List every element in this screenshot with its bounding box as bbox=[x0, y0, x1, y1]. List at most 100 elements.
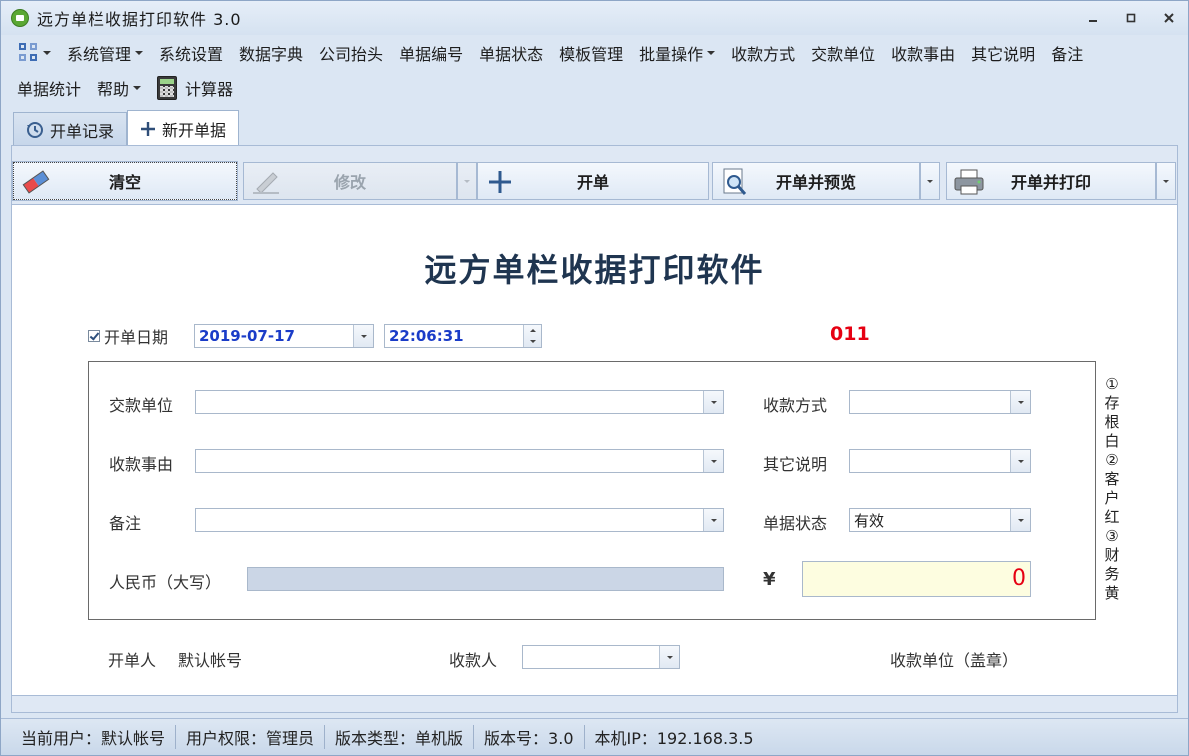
status-local-ip: 本机IP：192.168.3.5 bbox=[594, 729, 754, 748]
clear-button[interactable]: 清空 bbox=[12, 161, 238, 201]
remark-dropdown-button[interactable] bbox=[703, 509, 723, 531]
time-value: 22:06:31 bbox=[389, 327, 464, 345]
spin-up-button[interactable] bbox=[524, 325, 541, 336]
issuer-value: 默认帐号 bbox=[178, 651, 243, 670]
menu-remarks[interactable]: 备注 bbox=[1043, 38, 1091, 68]
issue-preview-dropdown-button[interactable] bbox=[920, 162, 940, 200]
menu-doc-status[interactable]: 单据状态 bbox=[471, 38, 551, 68]
window-title: 远方单栏收据打印软件 3.0 bbox=[37, 10, 242, 29]
date-checkbox[interactable] bbox=[88, 330, 100, 342]
time-spinner[interactable] bbox=[523, 325, 541, 347]
other-label: 其它说明 bbox=[763, 455, 828, 474]
chevron-down-icon bbox=[927, 179, 933, 183]
status-version-number: 版本号：3.0 bbox=[474, 725, 585, 749]
amount-cn-field bbox=[247, 567, 724, 591]
chevron-down-icon bbox=[710, 400, 717, 404]
currency-symbol: ¥ bbox=[763, 569, 776, 590]
method-combo[interactable] bbox=[849, 390, 1031, 414]
menu-help[interactable]: 帮助 bbox=[89, 73, 149, 103]
tab-issue-records[interactable]: 开单记录 bbox=[13, 112, 128, 146]
chevron-down-icon bbox=[529, 340, 536, 343]
chevron-down-icon bbox=[666, 655, 673, 659]
reason-combo[interactable] bbox=[195, 449, 724, 473]
printer-icon bbox=[953, 167, 985, 197]
status-bar: 当前用户：默认帐号 用户权限：管理员 版本类型：单机版 版本号：3.0 本机IP… bbox=[1, 718, 1188, 755]
close-button[interactable] bbox=[1158, 9, 1180, 27]
other-dropdown-button[interactable] bbox=[1010, 450, 1030, 472]
chevron-down-icon bbox=[360, 334, 367, 338]
spin-down-button[interactable] bbox=[524, 336, 541, 347]
menu-system-management[interactable]: 系统管理 bbox=[59, 38, 151, 68]
content-frame: 清空 修改 开单 开单并预览 开单并打印 远方单栏收据打印软件 开单日期 201… bbox=[11, 145, 1178, 713]
menu-system-settings[interactable]: 系统设置 bbox=[151, 38, 231, 68]
payee-combo[interactable] bbox=[522, 645, 680, 669]
menu-calculator[interactable]: 计算器 bbox=[149, 73, 241, 103]
modify-dropdown-button[interactable] bbox=[457, 162, 477, 200]
issue-preview-button[interactable]: 开单并预览 bbox=[712, 162, 920, 200]
toolbar: 清空 修改 开单 开单并预览 开单并打印 bbox=[12, 161, 1177, 202]
date-picker[interactable]: 2019-07-17 bbox=[194, 324, 374, 348]
chevron-down-icon bbox=[1017, 518, 1024, 522]
menu-batch-operations[interactable]: 批量操作 bbox=[631, 38, 723, 68]
menu-template-management[interactable]: 模板管理 bbox=[551, 38, 631, 68]
chevron-down-icon bbox=[710, 518, 717, 522]
menu-payment-reason[interactable]: 收款事由 bbox=[883, 38, 963, 68]
history-icon bbox=[26, 121, 44, 139]
menu-company-header[interactable]: 公司抬头 bbox=[311, 38, 391, 68]
chevron-down-icon bbox=[1017, 459, 1024, 463]
menu-payment-method[interactable]: 收款方式 bbox=[723, 38, 803, 68]
plus-icon bbox=[484, 167, 516, 197]
payee-label: 收款人 bbox=[449, 651, 498, 670]
minimize-button[interactable] bbox=[1082, 9, 1104, 27]
status-combo[interactable]: 有效 bbox=[849, 508, 1031, 532]
reason-dropdown-button[interactable] bbox=[703, 450, 723, 472]
menu-bar: 系统管理 系统设置 数据字典 公司抬头 单据编号 单据状态 模板管理 批量操作 … bbox=[1, 35, 1188, 107]
issue-button[interactable]: 开单 bbox=[477, 162, 709, 200]
menu-other-notes[interactable]: 其它说明 bbox=[963, 38, 1043, 68]
issuer-label: 开单人 bbox=[108, 651, 157, 670]
app-window: 远方单栏收据打印软件 3.0 系统管理 系统设置 数据字典 公司抬头 单据编号 … bbox=[0, 0, 1189, 756]
receipt-fields-group: 交款单位 收款事由 备注 人民币（大写） 收款方式 其它说明 单据状态 有效 ¥… bbox=[88, 361, 1096, 620]
amount-input[interactable]: 0 bbox=[802, 561, 1031, 597]
date-dropdown-button[interactable] bbox=[353, 325, 373, 347]
payee-dropdown-button[interactable] bbox=[659, 646, 679, 668]
grid-icon bbox=[19, 43, 39, 63]
menu-payer[interactable]: 交款单位 bbox=[803, 38, 883, 68]
issue-print-button[interactable]: 开单并打印 bbox=[946, 162, 1156, 200]
menu-quick-access[interactable] bbox=[11, 38, 59, 68]
menu-data-dictionary[interactable]: 数据字典 bbox=[231, 38, 311, 68]
plus-icon bbox=[140, 121, 156, 137]
remark-combo[interactable] bbox=[195, 508, 724, 532]
payer-combo[interactable] bbox=[195, 390, 724, 414]
calculator-icon bbox=[157, 76, 178, 100]
minimize-icon bbox=[1089, 20, 1097, 22]
status-version-type: 版本类型：单机版 bbox=[325, 725, 475, 749]
amount-cn-label: 人民币（大写） bbox=[109, 573, 222, 592]
window-controls bbox=[1082, 9, 1180, 27]
method-label: 收款方式 bbox=[763, 396, 828, 415]
preview-magnifier-icon bbox=[719, 167, 751, 197]
time-picker[interactable]: 22:06:31 bbox=[384, 324, 542, 348]
date-value: 2019-07-17 bbox=[199, 327, 295, 345]
chevron-down-icon bbox=[133, 86, 142, 90]
receipt-form: 远方单栏收据打印软件 开单日期 2019-07-17 22:06:31 011 … bbox=[12, 204, 1177, 696]
menu-doc-numbering[interactable]: 单据编号 bbox=[391, 38, 471, 68]
status-dropdown-button[interactable] bbox=[1010, 509, 1030, 531]
chevron-down-icon bbox=[464, 179, 470, 183]
issue-print-dropdown-button[interactable] bbox=[1156, 162, 1176, 200]
tab-new-document[interactable]: 新开单据 bbox=[127, 110, 240, 146]
chevron-down-icon bbox=[707, 51, 716, 55]
chevron-up-icon bbox=[529, 329, 536, 332]
maximize-button[interactable] bbox=[1120, 9, 1142, 27]
seal-label: 收款单位（盖章） bbox=[890, 651, 1019, 670]
menu-doc-statistics[interactable]: 单据统计 bbox=[1, 73, 89, 103]
payer-dropdown-button[interactable] bbox=[703, 391, 723, 413]
status-label: 单据状态 bbox=[763, 514, 828, 533]
other-combo[interactable] bbox=[849, 449, 1031, 473]
close-icon bbox=[1164, 13, 1174, 23]
chevron-down-icon bbox=[710, 459, 717, 463]
modify-button[interactable]: 修改 bbox=[243, 162, 457, 200]
title-bar: 远方单栏收据打印软件 3.0 bbox=[1, 1, 1188, 35]
method-dropdown-button[interactable] bbox=[1010, 391, 1030, 413]
tab-bar: 开单记录 新开单据 bbox=[13, 110, 240, 146]
